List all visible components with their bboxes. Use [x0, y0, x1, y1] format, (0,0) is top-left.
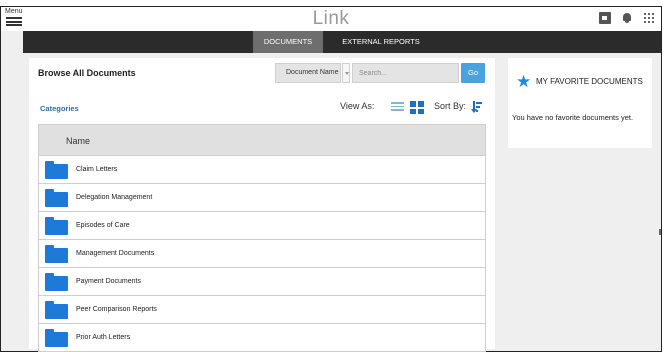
- view-as-label: View As:: [340, 101, 375, 111]
- chevron-down-icon[interactable]: [342, 63, 350, 83]
- favorites-panel: ★ MY FAVORITE DOCUMENTS You have no favo…: [508, 58, 652, 148]
- list-view-icon[interactable]: [391, 102, 404, 113]
- sort-icon[interactable]: [471, 101, 482, 113]
- row-label: Episodes of Care: [76, 222, 130, 229]
- folder-icon: [45, 329, 68, 347]
- favorites-title: MY FAVORITE DOCUMENTS: [536, 77, 643, 86]
- row-label: Prior Auth Letters: [76, 334, 131, 341]
- folder-icon: [45, 161, 68, 179]
- nav-bar: DOCUMENTS EXTERNAL REPORTS: [23, 31, 661, 53]
- tab-documents[interactable]: DOCUMENTS: [253, 31, 323, 53]
- table-row[interactable]: Delegation Management: [38, 184, 486, 212]
- folder-icon: [45, 217, 68, 235]
- browse-panel: Browse All Documents Document Name Go Ca…: [29, 58, 495, 352]
- page-title: Browse All Documents: [38, 68, 136, 78]
- documents-table: Name Claim Letters Delegation Management…: [38, 124, 486, 352]
- table-header-name[interactable]: Name: [38, 124, 486, 156]
- table-row[interactable]: Claim Letters: [38, 156, 486, 184]
- star-icon: ★: [516, 72, 532, 91]
- row-label: Delegation Management: [76, 194, 153, 201]
- bell-icon[interactable]: [621, 12, 633, 24]
- sort-by-label: Sort By:: [434, 101, 467, 111]
- tab-external-reports[interactable]: EXTERNAL REPORTS: [331, 31, 431, 53]
- grid-view-icon[interactable]: [410, 101, 424, 114]
- table-row[interactable]: Management Documents: [38, 240, 486, 268]
- folder-icon: [45, 245, 68, 263]
- apps-grid-icon[interactable]: [643, 12, 655, 24]
- favorites-empty-message: You have no favorite documents yet.: [512, 113, 634, 122]
- document-icon[interactable]: [599, 12, 611, 24]
- folder-icon: [45, 189, 68, 207]
- table-row[interactable]: Peer Comparison Reports: [38, 296, 486, 324]
- search-field-select[interactable]: Document Name: [275, 63, 341, 83]
- app-header: Menu Link: [1, 7, 661, 31]
- app-window: Menu Link DOCUMENTS EXTERNAL REPORTS Bro…: [0, 6, 662, 352]
- app-title: Link: [312, 8, 350, 29]
- table-row[interactable]: Payment Documents: [38, 268, 486, 296]
- folder-icon: [45, 273, 68, 291]
- table-row[interactable]: Episodes of Care: [38, 212, 486, 240]
- search-input[interactable]: [352, 63, 459, 83]
- scrollbar-handle[interactable]: [659, 229, 661, 235]
- row-label: Peer Comparison Reports: [76, 306, 157, 313]
- folder-icon: [45, 301, 68, 319]
- table-row[interactable]: Prior Auth Letters: [38, 324, 486, 352]
- row-label: Payment Documents: [76, 278, 141, 285]
- row-label: Management Documents: [76, 250, 155, 257]
- go-button[interactable]: Go: [461, 63, 485, 83]
- categories-link[interactable]: Categories: [40, 104, 79, 113]
- header-icons: [599, 12, 655, 24]
- row-label: Claim Letters: [76, 166, 118, 173]
